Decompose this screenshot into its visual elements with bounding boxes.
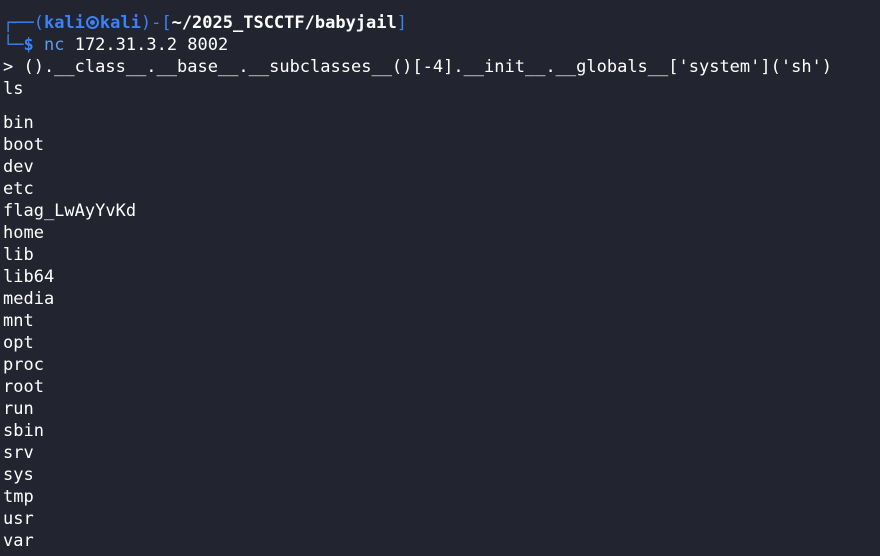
list-item: sys <box>3 465 34 485</box>
prompt-path: ~/2025_TSCCTF/babyjail <box>171 13 397 33</box>
prompt-bracket-mid: )-[ <box>140 13 172 33</box>
command-line: └─$ nc 172.31.3.2 8002 <box>3 34 880 56</box>
list-item: etc <box>3 179 34 199</box>
terminal-window[interactable]: ┌──(kali kali)-[~/2025_TSCCTF/babyjail] └… <box>0 12 880 556</box>
prompt-header-line: ┌──(kali kali)-[~/2025_TSCCTF/babyjail] <box>3 12 880 34</box>
command-name: nc <box>43 35 65 55</box>
list-item: srv <box>3 443 34 463</box>
list-item: opt <box>3 333 34 353</box>
prompt-corner-bottom: └─ <box>3 35 24 55</box>
ls-command-line: ls <box>3 79 24 99</box>
list-item: usr <box>3 509 34 529</box>
list-item: home <box>3 223 44 243</box>
directory-listing: bin boot dev etc flag_LwAyYvKd home lib lib64 me… <box>3 112 880 552</box>
list-item: boot <box>3 135 44 155</box>
list-item: lib64 <box>3 267 55 287</box>
list-item: dev <box>3 157 34 177</box>
list-item: run <box>3 399 34 419</box>
list-item: proc <box>3 355 44 375</box>
prompt-bracket-end: ] <box>396 13 407 33</box>
list-item: mnt <box>3 311 34 331</box>
list-item: sbin <box>3 421 44 441</box>
list-item: tmp <box>3 487 34 507</box>
prompt-dollar: $ <box>23 35 34 55</box>
kali-dragon-icon <box>85 16 99 29</box>
list-item: flag_LwAyYvKd <box>3 201 137 221</box>
command-args: 172.31.3.2 8002 <box>64 35 229 55</box>
jail-input-line: > ().__class__.__base__.__subclasses__()… <box>3 57 833 77</box>
list-item: bin <box>3 113 34 133</box>
list-item: lib <box>3 245 34 265</box>
prompt-host: kali <box>99 13 141 33</box>
list-item: var <box>3 531 34 551</box>
prompt-user: kali <box>43 13 85 33</box>
list-item: media <box>3 289 55 309</box>
prompt-corner-top: ┌──( <box>3 13 44 33</box>
list-item: root <box>3 377 44 397</box>
